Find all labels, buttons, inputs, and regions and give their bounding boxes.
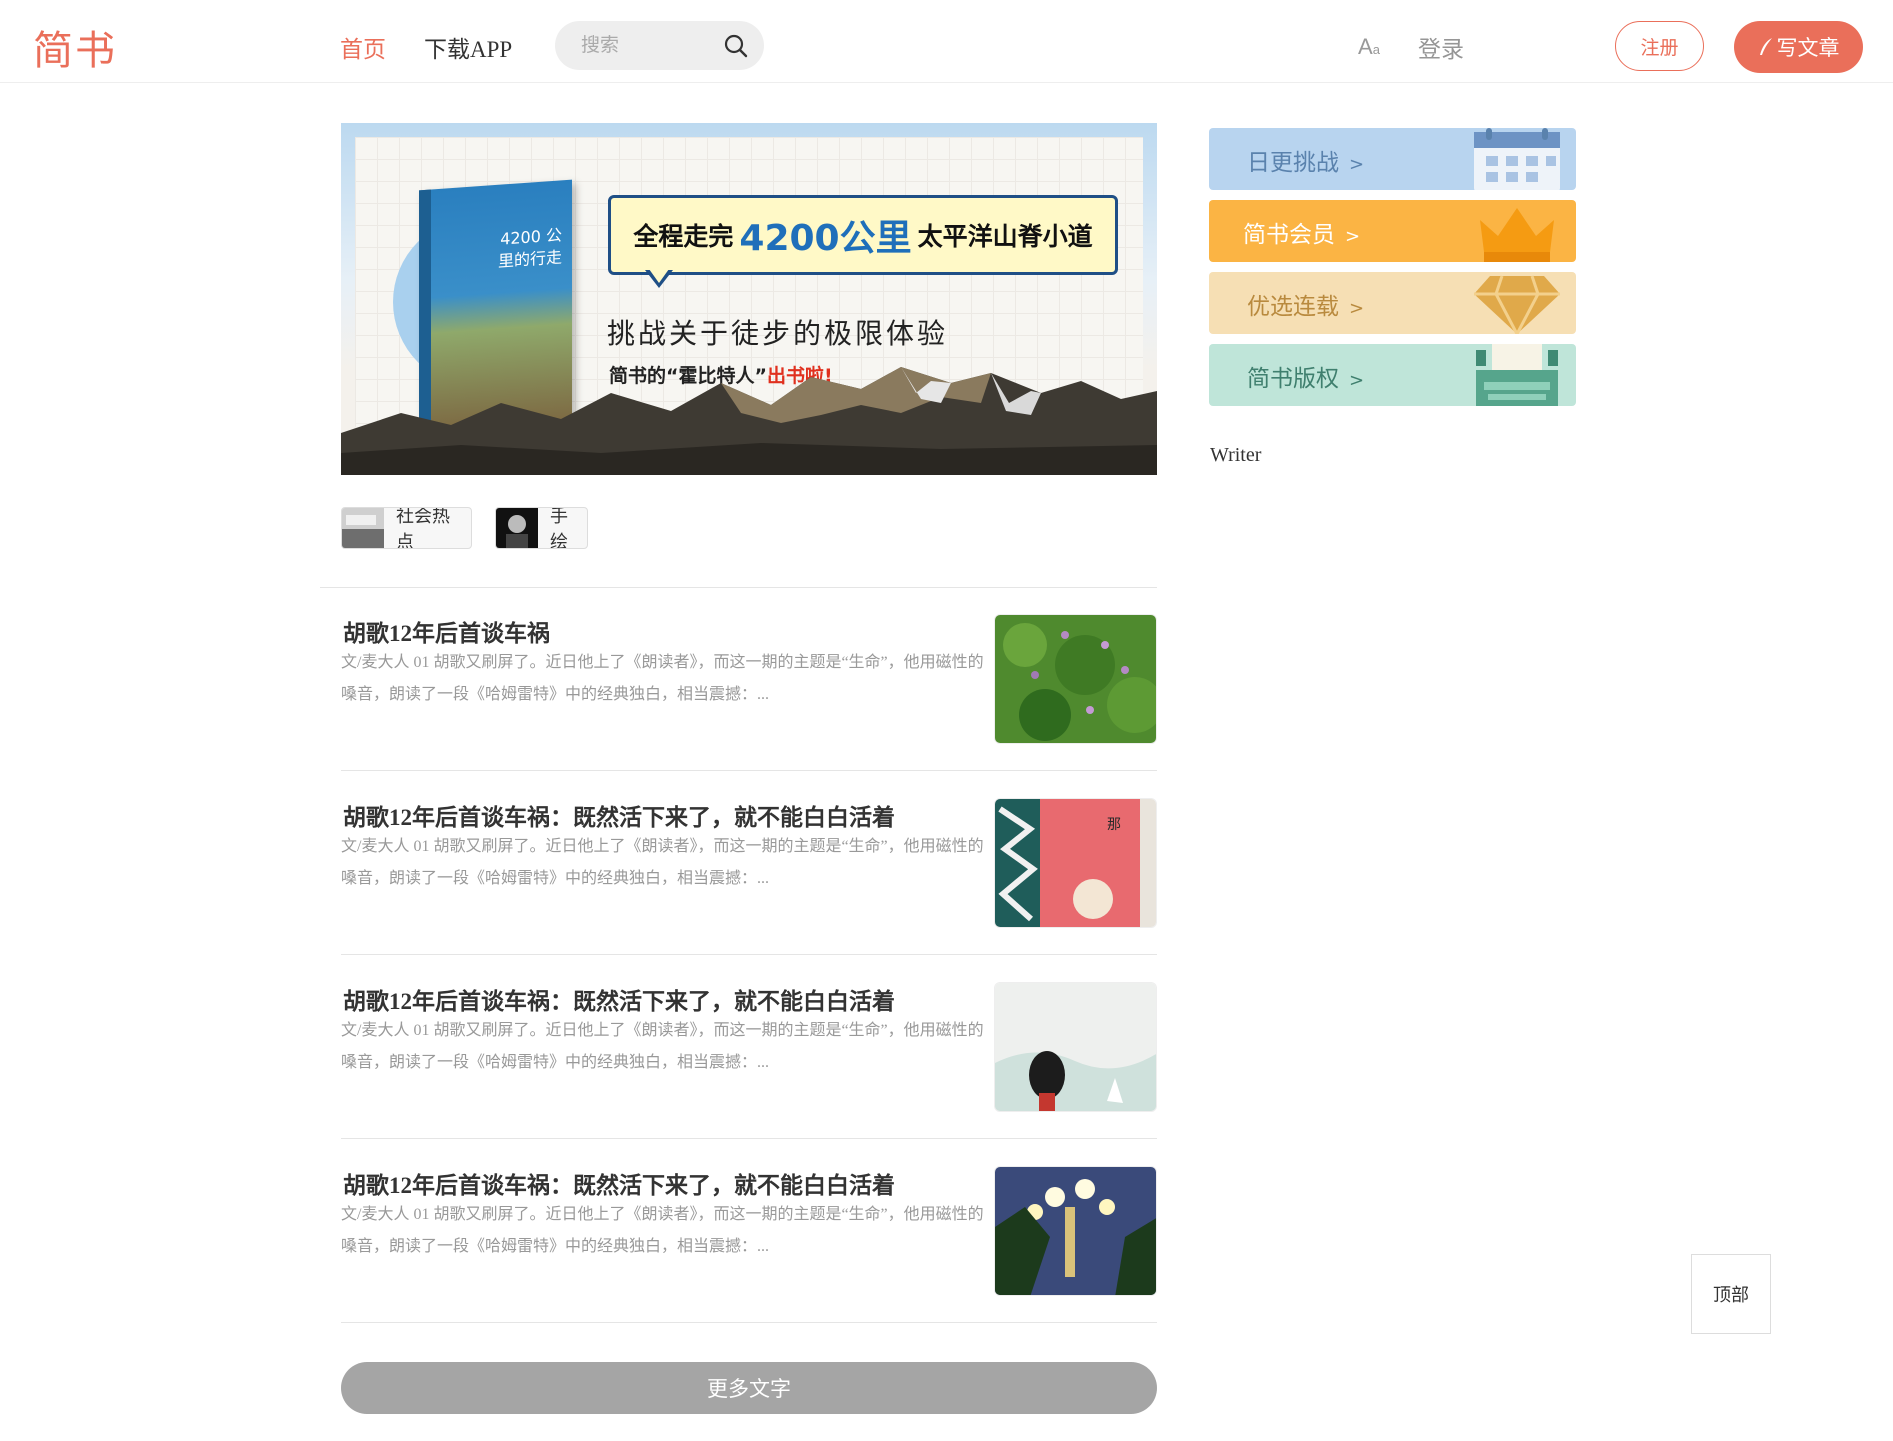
sidebar-card-text: 简书版权 bbox=[1247, 366, 1339, 392]
article-title[interactable]: 胡歌12年后首谈车祸：既然活下来了，就不能白白活着 bbox=[343, 1166, 895, 1200]
article-title[interactable]: 胡歌12年后首谈车祸：既然活下来了，就不能白白活着 bbox=[343, 798, 895, 832]
font-size-toggle-icon[interactable]: Aa bbox=[1358, 34, 1380, 60]
topic-thumb-image bbox=[342, 508, 384, 548]
headline-suffix: 太平洋山脊小道 bbox=[917, 222, 1093, 251]
article-abstract: 文/麦大人 01 胡歌又刷屏了。近日他上了《朗读者》，而这一期的主题是“生命”，… bbox=[341, 838, 984, 887]
sidebar-card-label: 优选连载 > bbox=[1247, 287, 1364, 321]
crown-icon bbox=[1480, 208, 1554, 262]
speech-bubble-tail-inner bbox=[649, 269, 669, 283]
chevron-right-icon: > bbox=[1345, 226, 1361, 247]
register-button[interactable]: 注册 bbox=[1615, 21, 1704, 71]
writer-section-label: Writer bbox=[1210, 444, 1262, 466]
article-abstract: 文/麦大人 01 胡歌又刷屏了。近日他上了《朗读者》，而这一期的主题是“生命”，… bbox=[341, 1206, 984, 1255]
sidebar-card-label: 日更挑战 > bbox=[1247, 143, 1364, 177]
login-link[interactable]: 登录 bbox=[1418, 30, 1464, 64]
svg-text:那: 那 bbox=[1107, 817, 1121, 833]
article-thumbnail[interactable] bbox=[994, 1166, 1157, 1296]
banner-subline: 挑战关于徒步的极限体验 bbox=[607, 317, 949, 350]
article-divider bbox=[341, 954, 1157, 955]
back-to-top-button[interactable]: 顶部 bbox=[1691, 1254, 1771, 1334]
article-divider bbox=[341, 770, 1157, 771]
article-title[interactable]: 胡歌12年后首谈车祸 bbox=[343, 614, 550, 648]
sidebar-card-daily-challenge[interactable]: 日更挑战 > bbox=[1209, 128, 1576, 190]
book-cover-title: 4200 公里的行走 bbox=[497, 225, 562, 271]
article-abstract: 文/麦大人 01 胡歌又刷屏了。近日他上了《朗读者》，而这一期的主题是“生命”，… bbox=[341, 654, 984, 703]
search-input[interactable] bbox=[579, 33, 713, 59]
article-thumbnail[interactable] bbox=[994, 614, 1157, 744]
top-navbar: 简书 首页 下载APP Aa 登录 注册 写文章 bbox=[0, 0, 1893, 83]
chevron-right-icon: > bbox=[1349, 298, 1365, 319]
sidebar-card-copyright[interactable]: 简书版权 > bbox=[1209, 344, 1576, 406]
article-image bbox=[995, 1167, 1156, 1295]
article-divider bbox=[341, 1322, 1157, 1323]
mountain-range-image bbox=[341, 367, 1157, 475]
article-thumbnail[interactable]: 那 bbox=[994, 798, 1157, 928]
article-image: 那 bbox=[995, 799, 1156, 927]
article-divider bbox=[341, 1138, 1157, 1139]
topic-tag-handdrawn[interactable]: 手绘 bbox=[495, 507, 588, 549]
article-image bbox=[995, 983, 1156, 1111]
nav-home-link[interactable]: 首页 bbox=[340, 30, 386, 64]
article-thumbnail[interactable] bbox=[994, 982, 1157, 1112]
chevron-right-icon: > bbox=[1349, 154, 1365, 175]
banner-headline: 全程走完 4200公里 太平洋山脊小道 bbox=[608, 195, 1118, 275]
calendar-icon bbox=[1474, 128, 1560, 190]
jianshu-logo[interactable]: 简书 bbox=[33, 18, 117, 76]
pen-icon bbox=[1759, 38, 1772, 55]
topic-tag-label: 社会热点 bbox=[396, 507, 450, 549]
sidebar-card-text: 优选连载 bbox=[1247, 294, 1339, 320]
chevron-right-icon: > bbox=[1349, 370, 1365, 391]
search-icon[interactable] bbox=[722, 32, 750, 60]
typewriter-icon bbox=[1476, 344, 1558, 406]
promo-banner[interactable]: 4200 公里的行走 全程走完 4200公里 太平洋山脊小道 挑战关于徒步的极限… bbox=[341, 123, 1157, 475]
article-image bbox=[995, 615, 1156, 743]
load-more-button[interactable]: 更多文字 bbox=[341, 1362, 1157, 1414]
article-abstract: 文/麦大人 01 胡歌又刷屏了。近日他上了《朗读者》，而这一期的主题是“生命”，… bbox=[341, 1022, 984, 1071]
nav-download-app-link[interactable]: 下载APP bbox=[424, 30, 512, 64]
diamond-icon bbox=[1474, 275, 1560, 334]
topic-tag-social[interactable]: 社会热点 bbox=[341, 507, 472, 549]
sidebar-card-membership[interactable]: 简书会员 > bbox=[1209, 200, 1576, 262]
write-article-label: 写文章 bbox=[1776, 36, 1840, 60]
headline-prefix: 全程走完 bbox=[633, 222, 734, 251]
sidebar-card-label: 简书会员 > bbox=[1243, 215, 1360, 249]
topic-thumb-image bbox=[496, 508, 538, 548]
sidebar-card-text: 日更挑战 bbox=[1247, 150, 1339, 176]
sidebar-card-serial[interactable]: 优选连载 > bbox=[1209, 272, 1576, 334]
sidebar-card-text: 简书会员 bbox=[1243, 222, 1335, 248]
article-title[interactable]: 胡歌12年后首谈车祸：既然活下来了，就不能白白活着 bbox=[343, 982, 895, 1016]
write-article-button[interactable]: 写文章 bbox=[1734, 21, 1863, 73]
headline-distance: 4200公里 bbox=[739, 218, 912, 259]
section-divider bbox=[320, 587, 1157, 588]
sidebar-card-label: 简书版权 > bbox=[1247, 359, 1364, 393]
topic-tag-label: 手绘 bbox=[550, 507, 568, 549]
search-box bbox=[555, 21, 764, 70]
